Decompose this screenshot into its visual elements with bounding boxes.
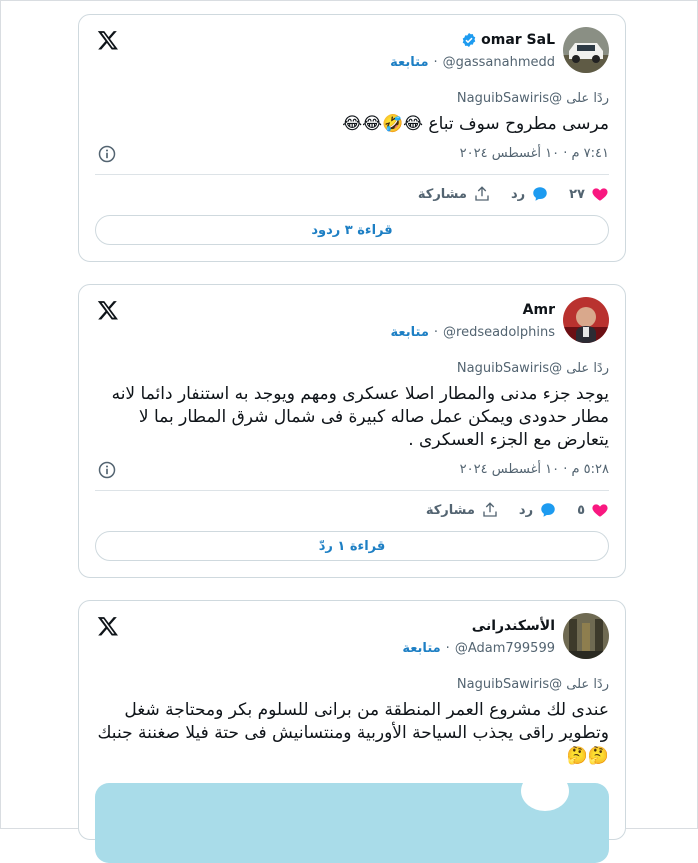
tweet-timestamp[interactable]: ٧:٤١ م · ١٠ أغسطس ٢٠٢٤ [460, 146, 609, 161]
author-name[interactable]: Amr [523, 302, 555, 318]
tweet-card[interactable]: الأسكندرانى متابعة · @Adam799599 ردًا عل… [78, 600, 626, 863]
avatar[interactable] [563, 297, 609, 343]
separator-dot: · [445, 641, 450, 656]
author-name[interactable]: omar SaL [481, 32, 555, 48]
author-handle[interactable]: @redseadolphins [443, 325, 555, 340]
like-count: ٢٧ [569, 186, 585, 202]
separator-dot: · [433, 325, 439, 340]
reply-button[interactable]: رد [511, 185, 549, 203]
follow-button[interactable]: متابعة [391, 325, 429, 340]
tweet-text: عندى لك مشروع العمر المنطقة من برانى للس… [97, 700, 609, 766]
info-icon[interactable] [97, 460, 117, 480]
follow-button[interactable]: متابعة [390, 55, 428, 70]
share-label: مشاركة [417, 186, 467, 202]
tweet-text: يوجد جزء مدنى والمطار اصلا عسكرى ومهم وي… [111, 384, 609, 450]
share-upload-icon [483, 502, 497, 517]
tweet-media-image[interactable] [95, 783, 609, 863]
speech-bubble-icon [533, 187, 547, 201]
action-bar: ٥ رد مشاركة [406, 501, 609, 519]
follow-button[interactable]: متابعة [402, 641, 440, 656]
tweet-timestamp[interactable]: ٥:٢٨ م · ١٠ أغسطس ٢٠٢٤ [460, 462, 609, 477]
share-label: مشاركة [425, 502, 475, 518]
divider [95, 174, 609, 175]
divider [95, 490, 609, 491]
info-icon[interactable] [97, 144, 117, 164]
heart-icon [592, 504, 608, 517]
separator-dot: · [433, 55, 438, 70]
reply-label: رد [518, 502, 534, 518]
share-button[interactable]: مشاركة [426, 501, 499, 519]
verified-badge-icon [462, 33, 476, 47]
action-bar: ٢٧ رد مشاركة [398, 185, 609, 203]
x-logo-icon[interactable] [97, 29, 119, 51]
media-cloud-shape [521, 783, 569, 811]
author-handle[interactable]: @Adam799599 [455, 641, 555, 656]
like-count: ٥ [577, 502, 585, 518]
reply-label: رد [510, 186, 526, 202]
reply-button[interactable]: رد [519, 501, 557, 519]
x-logo-icon[interactable] [97, 299, 119, 321]
tweet-card[interactable]: Amr متابعة · @redseadolphins ردًا على @N… [78, 284, 626, 578]
author-handle[interactable]: @gassanahmedd [443, 55, 555, 70]
tweet-text: مرسى مطروح سوف تباع 😂🤣😂😂 [342, 114, 609, 134]
read-replies-button[interactable]: قراءة ١ ردّ [95, 531, 609, 561]
reply-context: ردًا على @NaguibSawiris [456, 91, 609, 106]
reply-context: ردًا على @NaguibSawiris [456, 361, 609, 376]
reply-context: ردًا على @NaguibSawiris [456, 677, 609, 692]
share-upload-icon [475, 186, 489, 201]
share-button[interactable]: مشاركة [418, 185, 491, 203]
avatar[interactable] [563, 27, 609, 73]
like-button[interactable]: ٢٧ [569, 185, 609, 203]
speech-bubble-icon [541, 503, 555, 517]
heart-icon [592, 188, 608, 201]
author-name[interactable]: الأسكندرانى [472, 618, 555, 634]
like-button[interactable]: ٥ [577, 501, 609, 519]
x-logo-icon[interactable] [97, 615, 119, 637]
avatar[interactable] [563, 613, 609, 659]
read-replies-button[interactable]: قراءة ٣ ردود [95, 215, 609, 245]
tweet-card[interactable]: omar SaL متابعة · @gassanahmedd ردًا على… [78, 14, 626, 262]
